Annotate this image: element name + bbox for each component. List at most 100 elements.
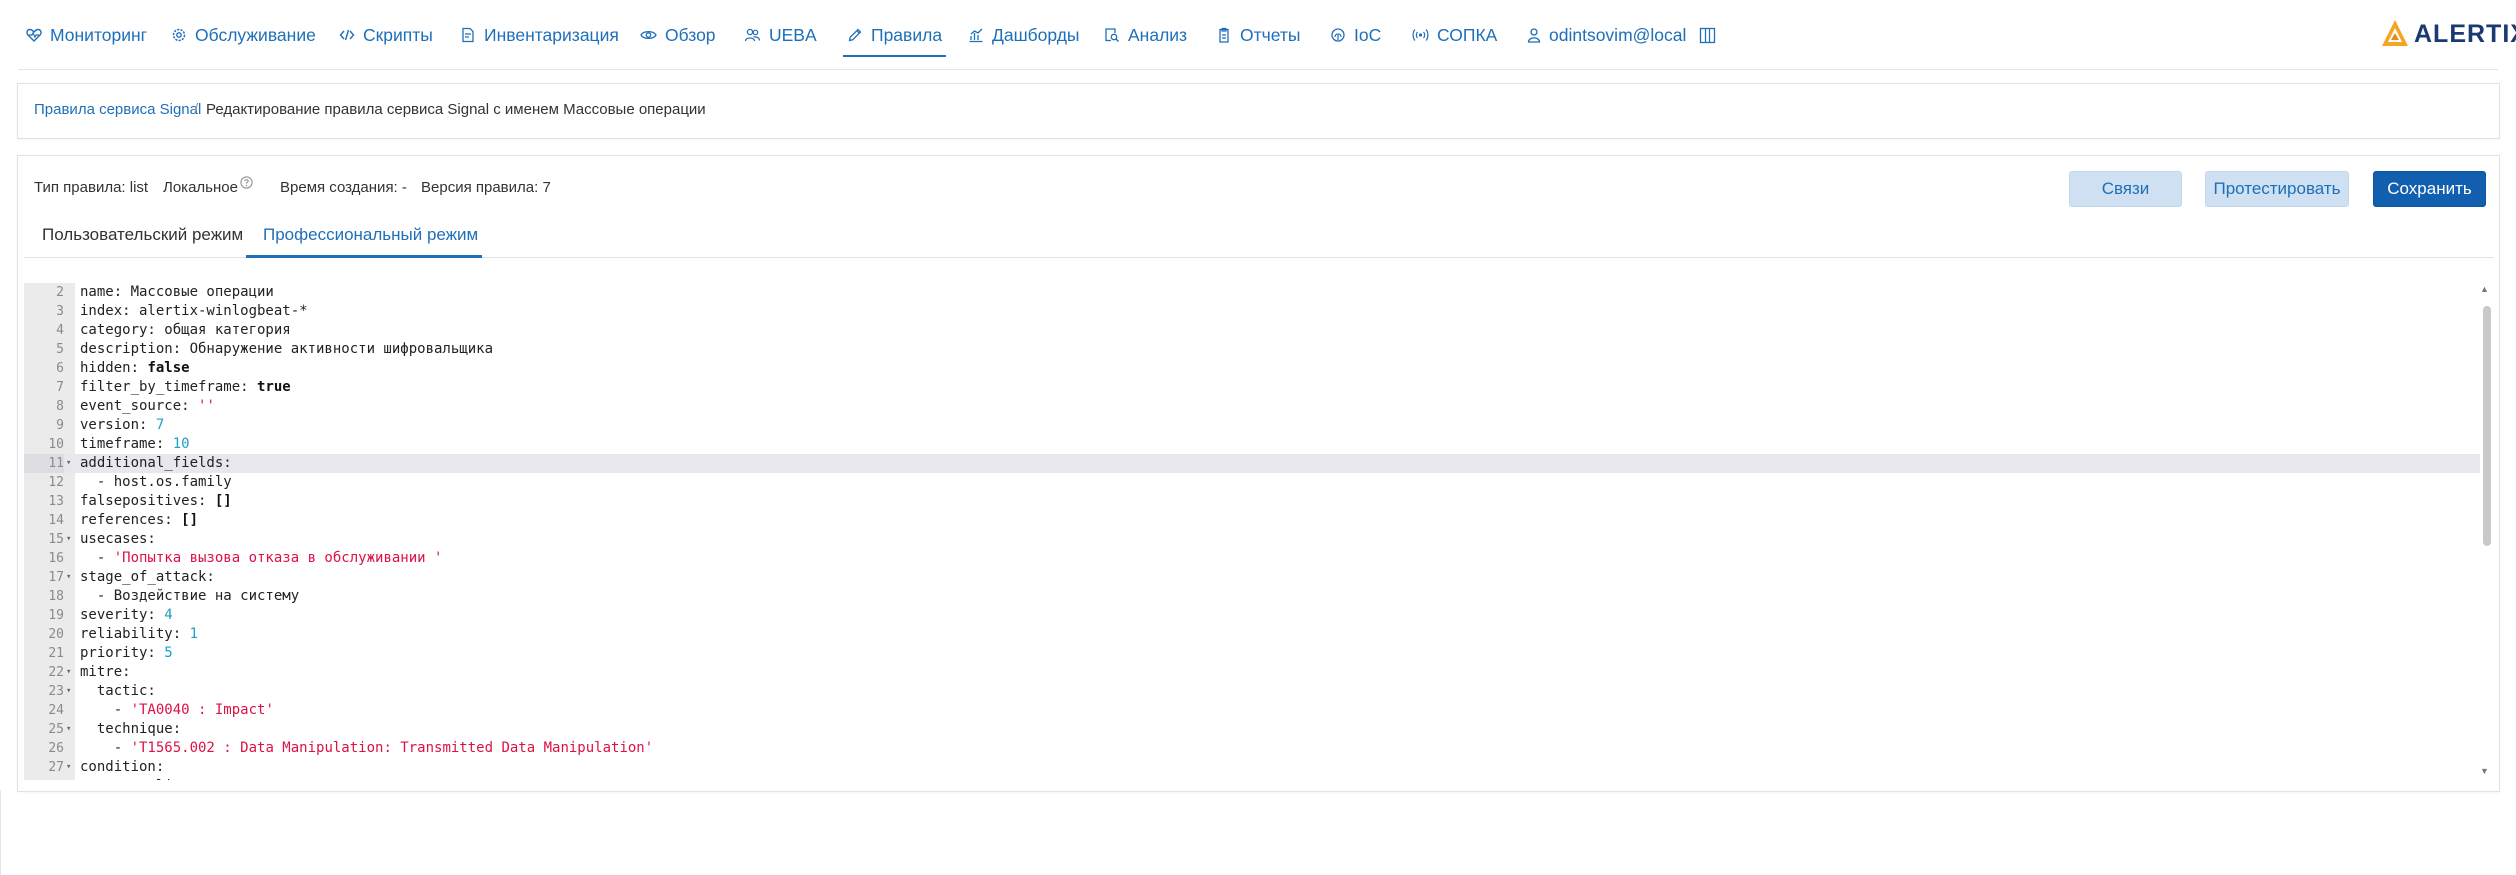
scroll-down-arrow-icon[interactable]: ▼ [2480, 766, 2489, 776]
nav-item-scripts[interactable]: Скрипты [339, 0, 433, 70]
code-line[interactable]: 12 - host.os.family [24, 473, 2480, 492]
page-left-border [0, 790, 1, 875]
scroll-up-arrow-icon[interactable]: ▲ [2480, 284, 2489, 294]
code-line[interactable]: 20 reliability: 1 [24, 625, 2480, 644]
code-line[interactable]: 28▾ stream_list: [24, 777, 2480, 780]
yaml-code-editor[interactable]: 2 name: Массовые операции 3 index: alertix-… [24, 283, 2480, 780]
code-token: 10 [172, 436, 190, 452]
line-number: 16 [48, 551, 64, 566]
code-token: event_source: [80, 398, 199, 414]
nav-item-dashboards[interactable]: Дашборды [968, 0, 1080, 70]
nav-divider [18, 69, 2498, 70]
code-line[interactable]: 14 references: [] [24, 511, 2480, 530]
nav-item-monitoring[interactable]: Мониторинг [26, 0, 147, 70]
nav-item-reports[interactable]: Отчеты [1216, 0, 1301, 70]
line-number: 14 [48, 513, 64, 528]
chart-icon [969, 28, 983, 43]
code-token: 1 [189, 626, 199, 642]
line-number: 15 [48, 532, 64, 547]
code-line[interactable]: 19 severity: 4 [24, 606, 2480, 625]
code-text: tactic: [80, 682, 156, 701]
nav-item-overview[interactable]: Обзор [640, 0, 716, 70]
nav-item-maintenance[interactable]: Обслуживание [171, 0, 316, 70]
code-line[interactable]: 22 ▾ mitre: [24, 663, 2480, 682]
code-line[interactable]: 24 - 'TA0040 : Impact' [24, 701, 2480, 720]
line-number: 11 [24, 454, 64, 473]
line-number: 10 [48, 437, 64, 452]
fold-toggle-icon[interactable]: ▾ [66, 777, 71, 780]
code-line[interactable]: 10 timeframe: 10 [24, 435, 2480, 454]
code-line[interactable]: 18 - Воздействие на систему [24, 587, 2480, 606]
code-line[interactable]: 7 filter_by_timeframe: true [24, 378, 2480, 397]
code-token: [] [214, 493, 232, 509]
code-line[interactable]: 3 index: alertix-winlogbeat-* [24, 302, 2480, 321]
code-line[interactable]: 5 description: Обнаружение активности шиф… [24, 340, 2480, 359]
code-text: - Воздействие на систему [80, 587, 299, 606]
links-button[interactable]: Связи [2069, 171, 2182, 207]
save-button[interactable]: Сохранить [2373, 171, 2486, 207]
code-text: - host.os.family [80, 473, 232, 492]
nav-label: IoC [1354, 24, 1382, 45]
test-button[interactable]: Протестировать [2205, 171, 2349, 207]
code-token: index: alertix-winlogbeat-* [80, 303, 308, 319]
fold-toggle-icon[interactable]: ▾ [66, 663, 71, 682]
code-token: tactic: [80, 683, 156, 699]
nav-item-user[interactable]: odintsovim@local [1527, 0, 1686, 70]
fold-toggle-icon[interactable]: ▾ [66, 758, 71, 777]
breadcrumb-link-rules[interactable]: Правила сервиса Signal [34, 101, 201, 118]
code-token: hidden: [80, 360, 148, 376]
code-line[interactable]: 23 ▾ tactic: [24, 682, 2480, 701]
code-token: - Воздействие на систему [80, 588, 300, 604]
rule-type-label: Тип правила: list [34, 179, 149, 196]
code-token: priority: [80, 645, 165, 661]
code-line[interactable]: 27 ▾ condition: [24, 758, 2480, 777]
tab-pro-mode[interactable]: Профессиональный режим [263, 213, 478, 257]
line-number: 24 [48, 703, 64, 718]
fold-toggle-icon[interactable]: ▾ [66, 568, 71, 587]
code-token: references: [80, 512, 182, 528]
code-line[interactable]: 16 - 'Попытка вызова отказа в обслуживан… [24, 549, 2480, 568]
code-line[interactable]: 6 hidden: false [24, 359, 2480, 378]
editor-scrollbar-thumb[interactable] [2483, 306, 2491, 546]
code-token: reliability: [80, 626, 190, 642]
users-icon [744, 28, 761, 42]
code-line[interactable]: 17 ▾ stage_of_attack: [24, 568, 2480, 587]
code-line[interactable]: 9 version: 7 [24, 416, 2480, 435]
code-line[interactable]: 13 falsepositives: [] [24, 492, 2480, 511]
code-line[interactable]: 21 priority: 5 [24, 644, 2480, 663]
code-token: 4 [164, 607, 173, 623]
code-line[interactable]: 26 - 'T1565.002 : Data Manipulation: Tra… [24, 739, 2480, 758]
line-number: 28 [24, 777, 64, 780]
breadcrumb-current: Редактирование правила сервиса Signal с … [206, 101, 706, 118]
code-token: stream_list: [80, 778, 198, 780]
code-text: timeframe: 10 [80, 435, 190, 454]
code-line[interactable]: 8 event_source: '' [24, 397, 2480, 416]
nav-item-inventory[interactable]: Инвентаризация [460, 0, 619, 70]
code-line[interactable]: 15 ▾ usecases: [24, 530, 2480, 549]
fold-toggle-icon[interactable]: ▾ [66, 530, 71, 549]
code-text: severity: 4 [80, 606, 173, 625]
code-token: '' [198, 398, 215, 414]
code-line[interactable]: 2 name: Массовые операции [24, 283, 2480, 302]
fold-toggle-icon[interactable]: ▾ [66, 454, 71, 473]
help-circle-icon[interactable] [240, 176, 253, 189]
nav-item-analysis[interactable]: Анализ [1104, 0, 1187, 70]
code-text: - 'TA0040 : Impact' [80, 701, 274, 720]
code-line[interactable]: 25 ▾ technique: [24, 720, 2480, 739]
tab-user-mode[interactable]: Пользовательский режим [42, 213, 243, 257]
nav-item-ioc[interactable]: IoC [1330, 0, 1381, 70]
nav-label: Анализ [1128, 24, 1188, 45]
fold-toggle-icon[interactable]: ▾ [66, 682, 71, 701]
code-text: usecases: [80, 530, 156, 549]
layout-toggle-button[interactable] [1699, 0, 1724, 70]
line-number: 25 [48, 722, 64, 737]
nav-item-ueba[interactable]: UEBA [744, 0, 817, 70]
code-line[interactable]: 11 ▾ additional_fields: [24, 454, 2480, 473]
fold-toggle-icon[interactable]: ▾ [66, 720, 71, 739]
code-text: event_source: '' [80, 397, 215, 416]
code-text: references: [] [80, 511, 198, 530]
nav-item-rules[interactable]: Правила [842, 0, 947, 70]
nav-item-sopka[interactable]: СОПКА [1412, 0, 1497, 70]
code-line[interactable]: 4 category: общая категория [24, 321, 2480, 340]
broadcast-icon [1412, 29, 1429, 41]
